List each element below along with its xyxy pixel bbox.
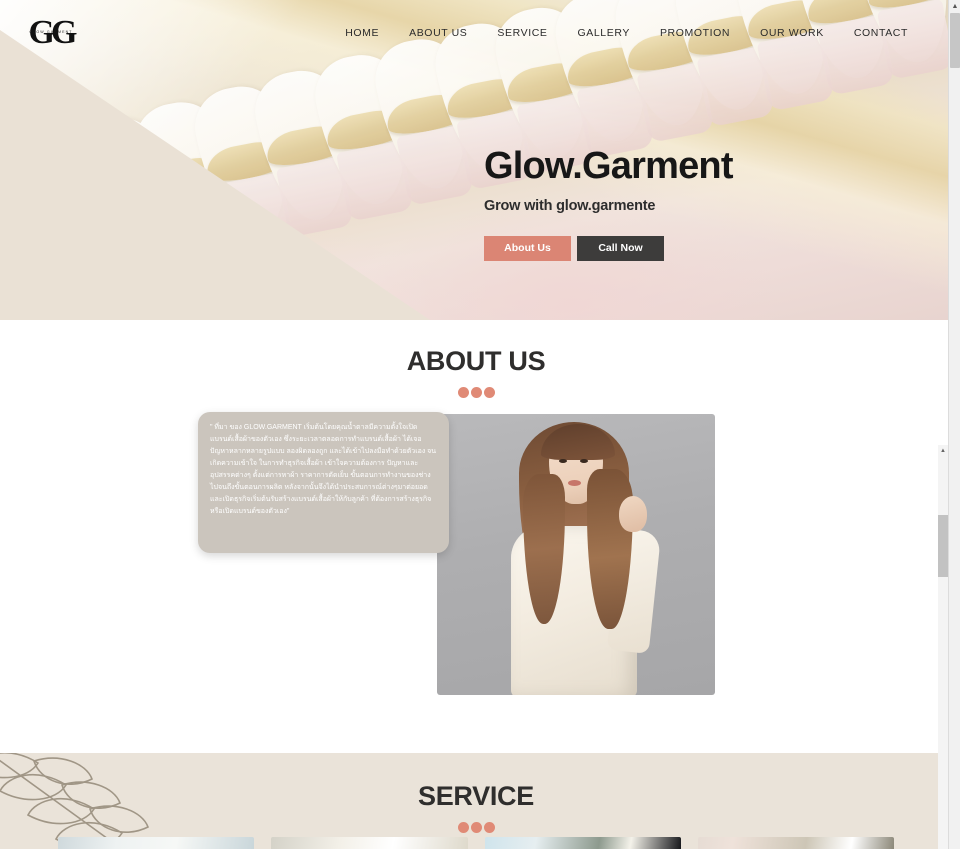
- dot-icon: [457, 387, 469, 398]
- nav-item-home[interactable]: HOME: [345, 27, 379, 39]
- service-card-list: [0, 837, 952, 849]
- hero-title: Glow.Garment: [484, 145, 734, 187]
- hero-subtitle: Grow with glow.garmente: [484, 197, 656, 214]
- service-card-1[interactable]: [58, 837, 255, 849]
- inner-scroll-up-icon[interactable]: ▲: [938, 445, 948, 456]
- inner-scrollbar[interactable]: ▲: [938, 445, 948, 849]
- page-root: GG GLOW GARMENT HOME ABOUT US SERVICE GA…: [0, 0, 960, 849]
- about-body: " ที่มา ของ GLOW.GARMENT เริ่มต้นโดยคุณน…: [0, 412, 952, 742]
- figure-eye-left: [559, 459, 567, 463]
- service-card-2[interactable]: [271, 837, 468, 849]
- service-dots-decoration: [0, 822, 952, 833]
- outer-scroll-up-icon[interactable]: ▲: [949, 0, 960, 12]
- hero-content: Glow.Garment Grow with glow.garmente Abo…: [484, 145, 734, 261]
- service-section: SERVICE: [0, 753, 952, 849]
- main-navigation: GG GLOW GARMENT HOME ABOUT US SERVICE GA…: [0, 0, 952, 66]
- about-section: ABOUT US " ที่มา ของ GLOW.GARMENT เริ่มต…: [0, 320, 952, 753]
- nav-item-contact[interactable]: CONTACT: [854, 27, 908, 39]
- nav-item-about-us[interactable]: ABOUT US: [409, 27, 467, 39]
- about-text-card: " ที่มา ของ GLOW.GARMENT เริ่มต้นโดยคุณน…: [198, 412, 449, 553]
- outer-scrollbar-thumb[interactable]: [950, 13, 960, 68]
- nav-item-service[interactable]: SERVICE: [497, 27, 547, 39]
- figure-eye-right: [580, 459, 588, 463]
- hero-button-group: About Us Call Now: [484, 235, 733, 261]
- hero-section: GG GLOW GARMENT HOME ABOUT US SERVICE GA…: [0, 0, 952, 320]
- figure-hand: [619, 496, 647, 532]
- about-heading-block: ABOUT US: [0, 320, 952, 398]
- nav-menu: HOME ABOUT US SERVICE GALLERY PROMOTION …: [345, 27, 908, 39]
- about-paragraph: " ที่มา ของ GLOW.GARMENT เริ่มต้นโดยคุณน…: [210, 424, 437, 516]
- about-us-button[interactable]: About Us: [484, 235, 571, 261]
- dot-icon: [483, 387, 495, 398]
- logo-subtext: GLOW GARMENT: [29, 30, 73, 34]
- about-dots-decoration: [0, 387, 952, 398]
- outer-scrollbar[interactable]: ▲: [948, 0, 960, 849]
- service-card-3[interactable]: [484, 837, 681, 849]
- about-image: [437, 414, 715, 695]
- dot-icon: [470, 387, 482, 398]
- inner-scrollbar-thumb[interactable]: [938, 515, 948, 577]
- nav-item-promotion[interactable]: PROMOTION: [660, 27, 730, 39]
- figure-lips: [568, 480, 581, 486]
- service-card-4[interactable]: [697, 837, 894, 849]
- nav-item-our-work[interactable]: OUR WORK: [760, 27, 824, 39]
- dot-icon: [457, 822, 469, 833]
- call-now-button[interactable]: Call Now: [577, 235, 664, 261]
- dot-icon: [483, 822, 495, 833]
- service-heading-block: SERVICE: [0, 753, 952, 833]
- about-title: ABOUT US: [406, 346, 546, 376]
- dot-icon: [470, 822, 482, 833]
- service-title: SERVICE: [418, 781, 534, 811]
- nav-item-gallery[interactable]: GALLERY: [578, 27, 630, 39]
- site-logo[interactable]: GG GLOW GARMENT: [22, 11, 80, 55]
